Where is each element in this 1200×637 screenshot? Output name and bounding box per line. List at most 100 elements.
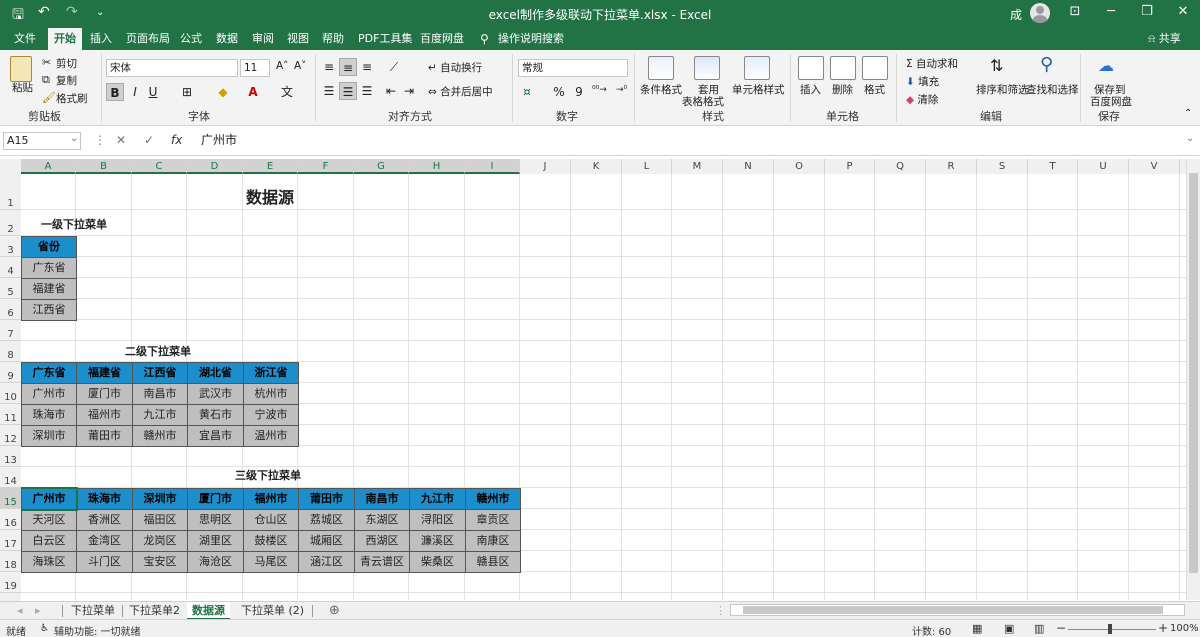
grow-font-button[interactable]: A˄ — [276, 60, 288, 72]
insert-function-icon[interactable]: fx — [171, 133, 182, 147]
level2-header-cell[interactable]: 福建省 — [76, 362, 133, 384]
paste-icon[interactable] — [10, 56, 32, 82]
expand-formula-bar-icon[interactable]: ⌄ — [1186, 133, 1194, 144]
copy-button[interactable]: 复制 — [56, 73, 77, 88]
sheet-tab-data-source[interactable]: 数据源 — [187, 602, 230, 620]
decrease-indent-icon[interactable]: ⇤ — [382, 82, 400, 100]
minimize-button[interactable]: ─ — [1096, 4, 1126, 19]
find-select-button[interactable]: 查找和选择 — [1026, 82, 1079, 97]
level3-header-cell[interactable]: 赣州市 — [465, 488, 521, 510]
column-header-r[interactable]: R — [926, 159, 977, 174]
level3-value-cell[interactable]: 城厢区 — [298, 530, 355, 552]
level1-header-cell[interactable]: 省份 — [21, 236, 77, 258]
level3-title[interactable]: 三级下拉菜单 — [235, 467, 301, 483]
tab-baidu-netdisk[interactable]: 百度网盘 — [414, 28, 470, 50]
bold-button[interactable]: B — [106, 83, 124, 101]
fill-color-icon[interactable]: ◆ — [214, 83, 232, 101]
orientation-icon[interactable]: ⟋ — [385, 58, 403, 76]
level3-header-cell[interactable]: 珠海市 — [76, 488, 133, 510]
worksheet-grid[interactable]: 数据源 一级下拉菜单 二级下拉菜单 三级下拉菜单 省份 广东省 福建省 江西省 广东省福… — [21, 174, 1190, 600]
horizontal-scroll-thumb[interactable] — [743, 606, 1163, 614]
level3-value-cell[interactable]: 龙岗区 — [132, 530, 188, 552]
column-header-d[interactable]: D — [187, 159, 243, 174]
level3-header-cell[interactable]: 南昌市 — [354, 488, 410, 510]
increase-decimal-button[interactable]: ⁰⁰→ — [592, 85, 607, 95]
accessibility-status[interactable]: 辅助功能: 一切就绪 — [54, 623, 141, 637]
level2-value-cell[interactable]: 广州市 — [21, 383, 77, 405]
row-header-13[interactable]: 13 — [0, 446, 21, 467]
page-break-view-icon[interactable]: ▥ — [1034, 622, 1044, 635]
format-painter-button[interactable]: 格式刷 — [56, 91, 88, 106]
share-button[interactable]: ⍾ 共享 — [1148, 28, 1181, 50]
tab-formulas[interactable]: 公式 — [174, 28, 208, 50]
level3-value-cell[interactable]: 白云区 — [21, 530, 77, 552]
level3-value-cell[interactable]: 福田区 — [132, 509, 188, 531]
row-header-4[interactable]: 4 — [0, 257, 21, 278]
zoom-in-button[interactable]: + — [1158, 621, 1168, 635]
row-header-12[interactable]: 12 — [0, 425, 21, 446]
baidu-netdisk-icon[interactable]: ☁ — [1098, 56, 1114, 75]
row-header-8[interactable]: 8 — [0, 341, 21, 362]
insert-cells-icon[interactable] — [798, 56, 824, 80]
sheet-tab-dropdown-menu[interactable]: 下拉菜单 — [66, 602, 120, 620]
column-header-h[interactable]: H — [409, 159, 465, 174]
column-header-j[interactable]: J — [520, 159, 571, 174]
add-sheet-icon[interactable]: ⊕ — [324, 602, 345, 620]
level1-value-cell[interactable]: 江西省 — [21, 299, 77, 321]
row-header-6[interactable]: 6 — [0, 299, 21, 320]
level2-header-cell[interactable]: 广东省 — [21, 362, 77, 384]
merge-center-button[interactable]: ⇔ 合并后居中 — [428, 84, 493, 99]
row-header-10[interactable]: 10 — [0, 383, 21, 404]
column-header-l[interactable]: L — [622, 159, 672, 174]
level2-value-cell[interactable]: 黄石市 — [187, 404, 244, 426]
align-left-icon[interactable]: ☰ — [320, 82, 338, 100]
cancel-icon[interactable]: ✕ — [116, 133, 126, 147]
normal-view-icon[interactable]: ▦ — [972, 622, 982, 635]
tab-review[interactable]: 审阅 — [246, 28, 280, 50]
name-box-dropdown-icon[interactable]: ⌄ — [70, 133, 78, 144]
level2-value-cell[interactable]: 赣州市 — [132, 425, 188, 447]
level3-value-cell[interactable]: 宝安区 — [132, 551, 188, 573]
cut-button[interactable]: 剪切 — [56, 56, 77, 71]
level3-value-cell[interactable]: 天河区 — [21, 509, 77, 531]
paste-button[interactable]: 粘贴 — [12, 80, 33, 95]
level3-value-cell[interactable]: 柴桑区 — [409, 551, 466, 573]
row-header-19[interactable]: 19 — [0, 572, 21, 593]
delete-cells-button[interactable]: 删除 — [832, 82, 853, 97]
align-center-icon[interactable]: ☰ — [339, 82, 357, 100]
level3-value-cell[interactable]: 西湖区 — [354, 530, 410, 552]
row-header-16[interactable]: 16 — [0, 509, 21, 530]
level1-value-cell[interactable]: 广东省 — [21, 257, 77, 279]
level2-value-cell[interactable]: 珠海市 — [21, 404, 77, 426]
cell-styles-icon[interactable] — [744, 56, 770, 80]
level3-value-cell[interactable]: 香洲区 — [76, 509, 133, 531]
format-cells-icon[interactable] — [862, 56, 888, 80]
underline-button[interactable]: U — [144, 83, 162, 101]
level3-value-cell[interactable]: 南康区 — [465, 530, 521, 552]
row-header-7[interactable]: 7 — [0, 320, 21, 341]
page-layout-view-icon[interactable]: ▣ — [1004, 622, 1014, 635]
level2-value-cell[interactable]: 宁波市 — [243, 404, 299, 426]
column-header-q[interactable]: Q — [875, 159, 926, 174]
level3-header-cell[interactable]: 九江市 — [409, 488, 466, 510]
sheet-tab-dropdown-menu-copy[interactable]: 下拉菜单 (2) — [236, 602, 309, 620]
level3-value-cell[interactable]: 金湾区 — [76, 530, 133, 552]
decrease-decimal-button[interactable]: →⁰ — [616, 85, 627, 95]
level3-value-cell[interactable]: 荔城区 — [298, 509, 355, 531]
level3-value-cell[interactable]: 湖里区 — [187, 530, 244, 552]
zoom-level[interactable]: 100% — [1170, 623, 1199, 634]
level3-header-cell[interactable]: 福州市 — [243, 488, 299, 510]
level2-value-cell[interactable]: 武汉市 — [187, 383, 244, 405]
level3-header-cell[interactable]: 厦门市 — [187, 488, 244, 510]
level3-value-cell[interactable]: 海珠区 — [21, 551, 77, 573]
font-color-icon[interactable]: A — [244, 83, 262, 101]
row-header-17[interactable]: 17 — [0, 530, 21, 551]
level3-header-cell[interactable]: 广州市 — [21, 488, 77, 510]
number-format-select[interactable]: 常规 — [518, 59, 628, 77]
tab-help[interactable]: 帮助 — [316, 28, 350, 50]
currency-icon[interactable]: ¤ — [518, 83, 536, 101]
level3-value-cell[interactable]: 赣县区 — [465, 551, 521, 573]
level2-header-cell[interactable]: 湖北省 — [187, 362, 244, 384]
conditional-formatting-button[interactable]: 条件格式 — [640, 82, 682, 97]
level3-value-cell[interactable]: 思明区 — [187, 509, 244, 531]
